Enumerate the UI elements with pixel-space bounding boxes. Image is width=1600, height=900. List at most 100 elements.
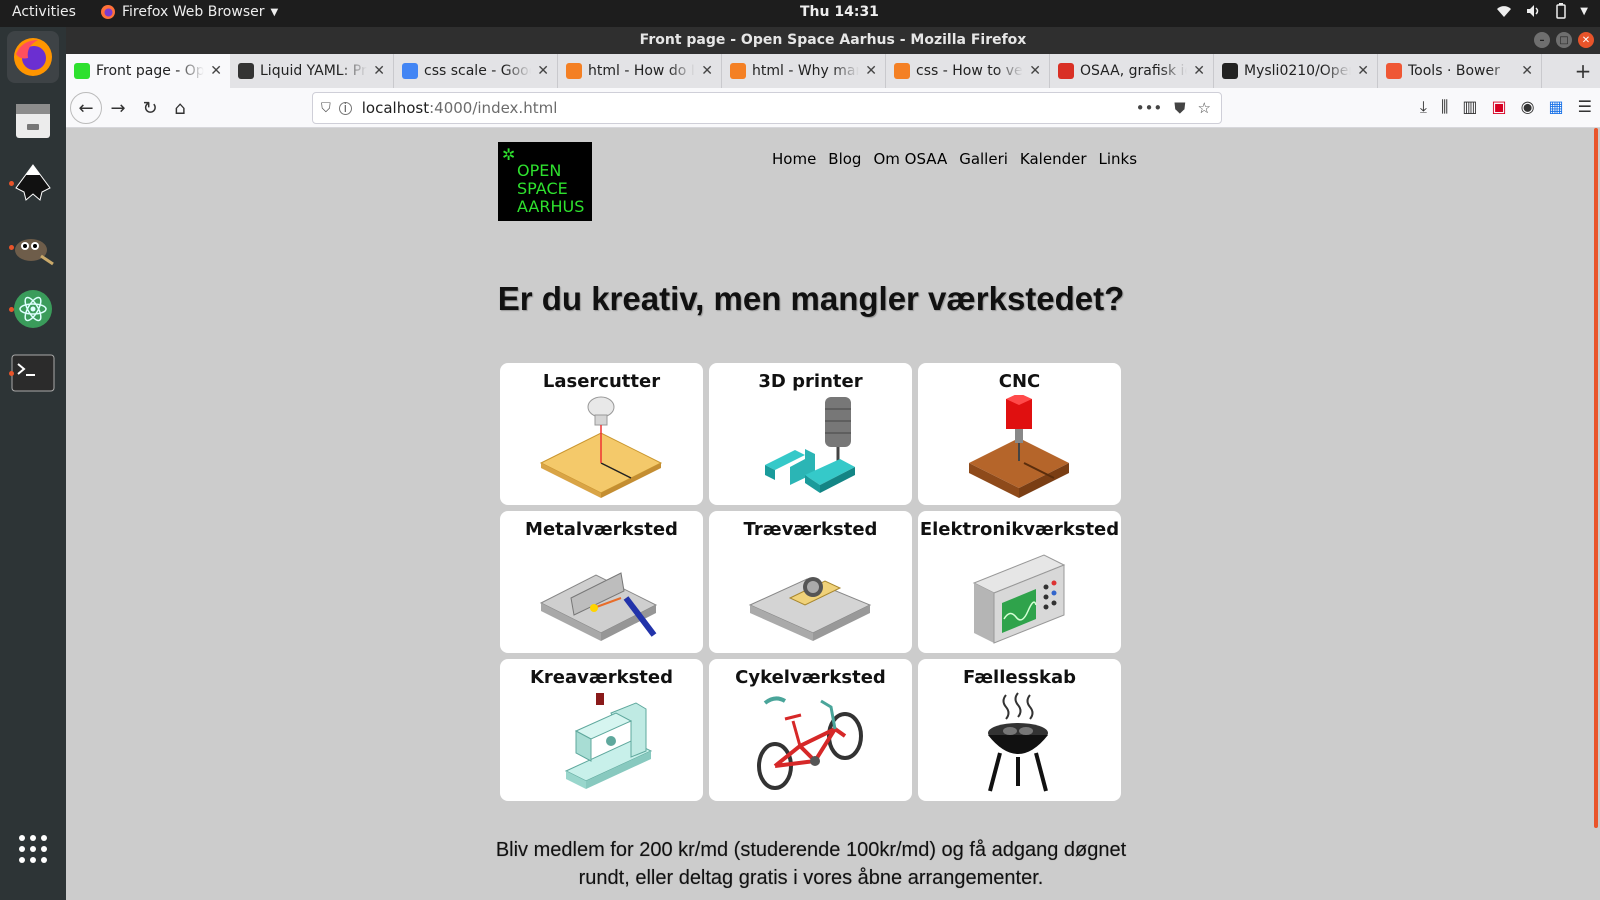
atom-icon [14,290,52,328]
extension-icon[interactable]: ▣ [1491,97,1506,117]
card-cnc[interactable]: CNC [918,363,1121,505]
cnc-icon [969,395,1069,498]
bookmark-star-icon[interactable]: ☆ [1198,99,1211,117]
scrollbar-thumb[interactable] [1594,128,1598,828]
tab-active[interactable]: Front page - Open Space Aarhus ✕ [66,54,230,88]
url-bar[interactable]: ⛉ i localhost:4000/index.html ••• ⛊ ☆ [312,92,1222,124]
card-3d-printer[interactable]: 3D printer [709,363,912,505]
extensions-icon[interactable]: ▦ [1549,97,1564,117]
site-logo[interactable]: ✲ OPEN SPACE AARHUS [498,142,592,221]
terminal-icon [11,354,55,392]
back-button[interactable]: ← [70,92,102,124]
firefox-small-icon [101,5,115,19]
forward-button[interactable]: → [102,92,134,124]
bower-favicon-icon [1386,63,1402,79]
close-tab-icon[interactable]: ✕ [373,63,385,79]
close-tab-icon[interactable]: ✕ [701,63,713,79]
tab[interactable]: css scale - Goog ✕ [394,54,558,88]
maximize-button[interactable]: □ [1556,32,1572,48]
running-indicator [9,181,14,186]
3d-printer-icon [765,397,855,493]
window-titlebar[interactable]: Front page - Open Space Aarhus - Mozilla… [66,27,1600,54]
chevron-down-icon: ▼ [270,6,279,18]
running-indicator [9,371,14,376]
nav-link-blog[interactable]: Blog [828,150,861,168]
close-tab-icon[interactable]: ✕ [1193,63,1205,79]
bicycle-icon [757,696,863,790]
dock-atom[interactable] [7,283,59,335]
tab-label: html - How do I [588,63,695,79]
tab[interactable]: OSAA, grafisk id ✕ [1050,54,1214,88]
nav-link-kalender[interactable]: Kalender [1020,150,1087,168]
logo-line: OPEN [517,161,562,180]
clock[interactable]: Thu 14:31 [800,4,879,20]
card-title: Cykelværksted [735,667,886,688]
card-lasercutter[interactable]: Lasercutter [500,363,703,505]
osaa-favicon-icon [74,63,90,79]
dock-inkscape[interactable] [7,157,59,209]
metal-workshop-icon [539,572,658,641]
dock-terminal[interactable] [7,347,59,399]
close-window-button[interactable]: ✕ [1578,32,1594,48]
close-tab-icon[interactable]: ✕ [537,63,549,79]
close-tab-icon[interactable]: ✕ [865,63,877,79]
downloads-icon[interactable]: ⤓ [1420,97,1427,117]
dock-files[interactable] [7,95,59,147]
tab[interactable]: html - Why marg ✕ [722,54,886,88]
card-title: 3D printer [758,371,863,392]
page-headline: Er du kreativ, men mangler værkstedet? [497,280,1125,317]
show-applications-button[interactable] [7,823,59,875]
sidebar-icon[interactable]: ▥ [1462,97,1477,117]
tab[interactable]: Mysli0210/Open ✕ [1214,54,1378,88]
app-menu[interactable]: Firefox Web Browser ▼ [100,4,278,20]
close-tab-icon[interactable]: ✕ [1521,63,1533,79]
card-traevaerksted[interactable]: Træværksted [709,511,912,653]
firefox-window: Front page - Open Space Aarhus - Mozilla… [66,27,1600,900]
dock-firefox[interactable] [7,31,59,83]
tab[interactable]: css - How to ver ✕ [886,54,1050,88]
tab-label: Liquid YAML: Pr [260,63,367,79]
card-metalvaerksted[interactable]: Metalværksted [500,511,703,653]
running-indicator [9,245,14,250]
tab[interactable]: html - How do I ✕ [558,54,722,88]
nav-link-galleri[interactable]: Galleri [959,150,1008,168]
nav-link-links[interactable]: Links [1099,150,1138,168]
reload-button[interactable]: ↻ [134,92,166,124]
close-tab-icon[interactable]: ✕ [1357,63,1369,79]
arrow-left-icon: ← [78,97,94,119]
card-elektronikvaerksted[interactable]: Elektronikværksted [918,511,1121,653]
new-tab-button[interactable]: + [1566,54,1600,88]
account-icon[interactable]: ◉ [1521,97,1535,117]
dock-gimp[interactable] [7,221,59,273]
tab[interactable]: Tools · Bower ✕ [1378,54,1542,88]
card-title: Metalværksted [525,519,678,540]
logo-line: SPACE [517,179,568,198]
library-icon[interactable]: ⫼ [1441,97,1448,117]
tab[interactable]: Liquid YAML: Pr ✕ [230,54,394,88]
grill-icon [988,692,1048,792]
pocket-icon[interactable]: ⛊ [1174,99,1185,117]
vertical-scrollbar[interactable] [1566,128,1600,900]
membership-text: Bliv medlem for 200 kr/md (studerende 10… [66,836,1556,892]
card-kreavaerksted[interactable]: Kreaværksted [500,659,703,801]
nav-link-om-osaa[interactable]: Om OSAA [873,150,947,168]
window-controls: – □ ✕ [1534,32,1594,48]
card-title: Elektronikværksted [919,519,1120,540]
lasercutter-icon [539,396,663,498]
home-button[interactable]: ⌂ [164,92,196,124]
reload-icon: ↻ [142,97,158,119]
info-icon[interactable]: i [338,101,352,115]
nav-link-home[interactable]: Home [772,150,816,168]
hamburger-menu-icon[interactable]: ☰ [1578,97,1592,117]
workshop-grid: Lasercutter 3D printer CNC Metalværksted… [500,363,1121,801]
system-tray[interactable]: ▼ [1496,3,1588,19]
close-tab-icon[interactable]: ✕ [1029,63,1041,79]
minimize-button[interactable]: – [1534,32,1550,48]
card-cykelvaerksted[interactable]: Cykelværksted [709,659,912,801]
shield-icon[interactable]: ⛉ [321,101,331,116]
activities-button[interactable]: Activities [12,4,76,20]
close-tab-icon[interactable]: ✕ [210,63,222,79]
more-actions-icon[interactable]: ••• [1136,99,1163,117]
inkscape-icon [15,164,51,201]
card-faellesskab[interactable]: Fællesskab [918,659,1121,801]
